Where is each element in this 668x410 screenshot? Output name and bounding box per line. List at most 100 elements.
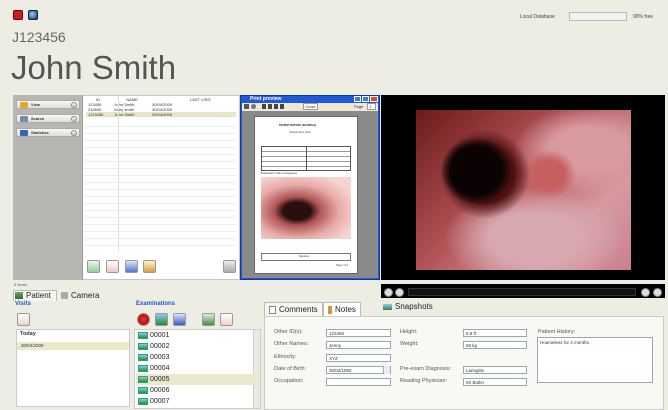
db-label: Local Database — [520, 14, 555, 20]
video-thumb-icon — [138, 386, 148, 394]
history-field[interactable]: Hoarseless for 4 months. — [537, 337, 653, 383]
delete-patient-button[interactable] — [106, 260, 119, 273]
close-app-button[interactable] — [13, 10, 23, 20]
preexam-field[interactable]: Laringitis — [463, 366, 527, 374]
other-ids-field[interactable]: 123456 — [326, 329, 391, 337]
maximize-button[interactable] — [362, 96, 369, 102]
exam-id: 00005 — [150, 376, 170, 383]
video-thumb-icon — [138, 375, 148, 383]
list-item[interactable]: 00006 — [136, 385, 256, 396]
physician-field[interactable]: Mr Butler — [463, 378, 527, 386]
camera-tab[interactable]: Camera — [71, 291, 99, 300]
camera-tab-icon — [61, 292, 68, 299]
tab-comments[interactable]: Comments — [264, 302, 323, 317]
ethnicity-field[interactable]: XYZ — [326, 354, 391, 362]
comments-icon — [269, 305, 276, 314]
table-divider — [118, 96, 119, 251]
fullscreen-button[interactable] — [653, 288, 662, 297]
exam-id: 00006 — [150, 387, 170, 394]
search-icon — [20, 116, 28, 122]
video-seek-bar[interactable] — [408, 288, 636, 296]
report-footer-name: Signature: — [299, 255, 310, 258]
edit-button[interactable] — [143, 260, 156, 273]
tab-notes[interactable]: Notes — [323, 302, 361, 317]
tab-comments-label: Comments — [279, 305, 318, 314]
nav-search-label: Search — [31, 116, 45, 121]
dob-label: Date of Birth: — [274, 366, 307, 372]
list-item[interactable]: 00007 — [136, 396, 256, 407]
close-window-button[interactable] — [370, 96, 378, 102]
stop-button[interactable] — [395, 288, 404, 297]
db-free: 90% free — [633, 14, 654, 20]
print-preview-title: Print preview — [250, 96, 282, 102]
exam-id: 00007 — [150, 398, 170, 405]
nav-view-button[interactable]: View › — [16, 100, 80, 109]
other-names-label: Other Names: — [274, 341, 309, 347]
exam-id: 00002 — [150, 343, 170, 350]
weight-field[interactable]: 69 kg — [463, 341, 527, 349]
visits-today-label: Today — [20, 331, 36, 337]
report-footer-page: Page 1 of 1 — [336, 264, 349, 267]
list-item[interactable]: 00002 — [136, 341, 256, 352]
other-names-field[interactable]: Jenny — [326, 341, 391, 349]
preview-close-button[interactable]: Close — [303, 103, 318, 110]
exam-id: 00003 — [150, 354, 170, 361]
table-cell: 30/04/2009 — [152, 112, 173, 117]
page-stepper[interactable]: 1 — [367, 103, 376, 110]
list-item-selected[interactable]: 00005 — [136, 374, 256, 385]
table-row-selected[interactable]: J123456 John Smith 30/04/2009 — [86, 112, 236, 117]
print-icon[interactable] — [244, 104, 249, 109]
db-usage-bar — [569, 12, 627, 21]
video-thumb-icon — [138, 353, 148, 361]
report-snapshot — [261, 177, 351, 239]
preexam-label: Pre-exam Diagnosis: — [400, 366, 452, 372]
nav-view-label: View — [31, 102, 41, 107]
occupation-field[interactable] — [326, 378, 391, 386]
dob-field[interactable]: 30/04/1950 — [326, 366, 391, 374]
height-field[interactable]: 5.9 ft — [463, 329, 527, 337]
tab-notes-label: Notes — [335, 305, 356, 314]
tab-snapshots[interactable]: Snapshots — [395, 302, 433, 311]
export-button[interactable] — [223, 260, 236, 273]
video-thumb-icon — [138, 342, 148, 350]
nav-search-button[interactable]: Search › — [16, 114, 80, 123]
record-button[interactable] — [137, 313, 150, 326]
report-button[interactable] — [173, 313, 186, 326]
delete-exam-button[interactable] — [220, 313, 233, 326]
import-button[interactable] — [202, 313, 215, 326]
globe-icon[interactable] — [28, 10, 38, 20]
items-count: 3 Items — [14, 282, 28, 287]
chevron-right-icon: › — [71, 116, 77, 122]
video-thumb-icon — [138, 364, 148, 372]
page-layout-icon[interactable] — [262, 104, 286, 109]
examinations-title: Examinations — [136, 301, 176, 307]
snapshot-button[interactable] — [641, 288, 650, 297]
zoom-icon[interactable] — [251, 104, 256, 109]
list-item[interactable]: 00003 — [136, 352, 256, 363]
chevron-right-icon: › — [71, 130, 77, 136]
weight-label: Weight: — [400, 341, 419, 347]
patient-table: ID NAME LAST VISIT 123456 John Smith 30/… — [86, 97, 236, 117]
dob-stepper[interactable] — [383, 366, 390, 374]
patient-name: John Smith — [11, 49, 177, 86]
visit-item-selected[interactable]: 30/04/2009 — [17, 342, 129, 350]
height-label: Height: — [400, 329, 418, 335]
patient-id: J123456 — [12, 29, 66, 45]
video-thumb-icon — [138, 331, 148, 339]
report-table-col — [306, 146, 307, 171]
visits-title: Visits — [15, 301, 31, 307]
list-item[interactable]: 00001 — [136, 330, 256, 341]
statistics-icon — [20, 130, 28, 136]
video-exam-button[interactable] — [155, 313, 168, 326]
play-button[interactable] — [384, 288, 393, 297]
save-button[interactable] — [125, 260, 138, 273]
add-patient-button[interactable] — [87, 260, 100, 273]
nav-statistics-button[interactable]: Statistics › — [16, 128, 80, 137]
new-visit-button[interactable] — [17, 313, 30, 326]
snapshots-tab-icon — [383, 304, 392, 310]
visits-list — [16, 329, 130, 407]
list-item[interactable]: 00004 — [136, 363, 256, 374]
minimize-button[interactable] — [354, 96, 361, 102]
report-title: PATIENT REPORT (EXAMPLE) — [279, 124, 317, 127]
video-thumb-icon — [138, 397, 148, 405]
